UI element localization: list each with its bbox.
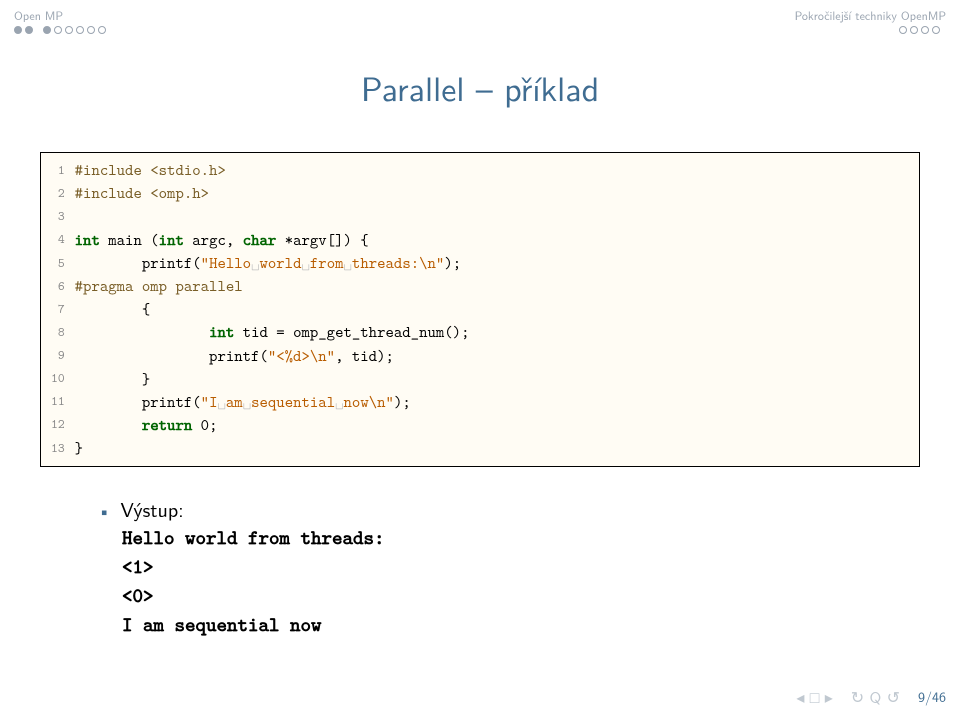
progress-dot [54, 26, 62, 34]
bullet-icon: • [98, 501, 110, 520]
progress-dot [43, 26, 51, 34]
nav-progress [0, 24, 960, 34]
header-left: Open MP [14, 6, 63, 24]
slide-footer: ◂ □ ▸ ↻ Q ↺ 9/46 [796, 685, 946, 708]
progress-dot [14, 26, 22, 34]
code-block: 12345678910111213 #include <stdio.h>#inc… [40, 152, 920, 467]
progress-dot [87, 26, 95, 34]
header-right: Pokročilejší techniky OpenMP [795, 6, 946, 24]
page-number: 9/46 [918, 687, 946, 707]
nav-back-icon[interactable]: ◂ □ ▸ [796, 685, 832, 708]
output-label: Výstup: [120, 495, 183, 524]
progress-dot [910, 26, 918, 34]
progress-dot [76, 26, 84, 34]
progress-dot [899, 26, 907, 34]
progress-dot [65, 26, 73, 34]
progress-dot [921, 26, 929, 34]
slide-title: Parallel – příklad [0, 62, 960, 112]
nav-loop-icon[interactable]: ↻ Q ↺ [851, 685, 900, 708]
progress-dot [932, 26, 940, 34]
progress-dot [98, 26, 106, 34]
slide-header: Open MP Pokročilejší techniky OpenMP [0, 0, 960, 24]
progress-dot [25, 26, 33, 34]
output-section: • Výstup: Hello world from threads:<1><0… [98, 495, 920, 640]
